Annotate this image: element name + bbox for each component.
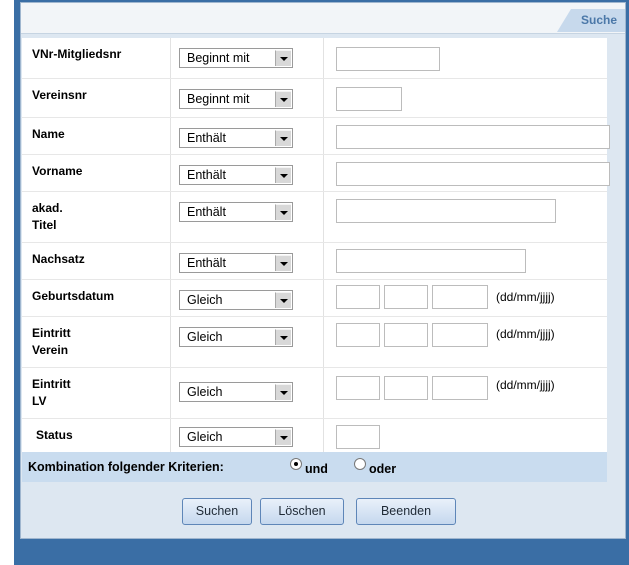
panel-header: Suche xyxy=(21,3,625,34)
field-label: Vereinsnr xyxy=(32,88,87,102)
month-input[interactable] xyxy=(384,285,428,309)
row-geburtsdatum: Geburtsdatum Gleich (dd/mm/jjjj) xyxy=(22,280,607,317)
field-label: Vorname xyxy=(32,164,83,178)
day-input[interactable] xyxy=(336,285,380,309)
vereinsnr-input[interactable] xyxy=(336,87,402,111)
date-format-hint: (dd/mm/jjjj) xyxy=(496,290,555,304)
operator-select[interactable]: Enthält xyxy=(179,165,293,185)
row-eintritt-lv: Eintritt LV Gleich (dd/mm/jjjj) xyxy=(22,368,607,419)
month-input[interactable] xyxy=(384,323,428,347)
chevron-down-icon[interactable] xyxy=(275,329,291,345)
date-format-hint: (dd/mm/jjjj) xyxy=(496,327,555,341)
operator-value: Gleich xyxy=(187,430,223,444)
operator-select[interactable]: Gleich xyxy=(179,382,293,402)
field-label: Eintritt LV xyxy=(32,377,71,408)
month-input[interactable] xyxy=(384,376,428,400)
operator-value: Enthält xyxy=(187,205,226,219)
chevron-down-icon[interactable] xyxy=(275,50,291,66)
vnr-input[interactable] xyxy=(336,47,440,71)
search-form: VNr-Mitgliedsnr Beginnt mit Vereinsnr Be… xyxy=(22,38,610,455)
operator-select[interactable]: Enthält xyxy=(179,202,293,222)
name-input[interactable] xyxy=(336,125,610,149)
row-name: Name Enthält xyxy=(22,118,610,155)
operator-value: Gleich xyxy=(187,293,223,307)
chevron-down-icon[interactable] xyxy=(275,130,291,146)
exit-button[interactable]: Beenden xyxy=(356,498,456,525)
chevron-down-icon[interactable] xyxy=(275,255,291,271)
day-input[interactable] xyxy=(336,323,380,347)
field-label: Geburtsdatum xyxy=(32,289,115,303)
combination-bar: Kombination folgender Kriterien: und ode… xyxy=(22,452,607,482)
row-vnr-mitgliedsnr: VNr-Mitgliedsnr Beginnt mit xyxy=(22,38,607,79)
action-bar: Suchen Löschen Beenden xyxy=(22,498,607,528)
status-input[interactable] xyxy=(336,425,380,449)
row-vereinsnr: Vereinsnr Beginnt mit xyxy=(22,79,607,118)
chevron-down-icon[interactable] xyxy=(275,292,291,308)
year-input[interactable] xyxy=(432,323,488,347)
year-input[interactable] xyxy=(432,376,488,400)
chevron-down-icon[interactable] xyxy=(275,91,291,107)
field-label: VNr-Mitgliedsnr xyxy=(32,47,122,61)
vorname-input[interactable] xyxy=(336,162,610,186)
search-button[interactable]: Suchen xyxy=(182,498,252,525)
date-format-hint: (dd/mm/jjjj) xyxy=(496,378,555,392)
titel-input[interactable] xyxy=(336,199,556,223)
field-label: Name xyxy=(32,127,65,141)
operator-select[interactable]: Beginnt mit xyxy=(179,89,293,109)
operator-value: Beginnt mit xyxy=(187,51,250,65)
operator-value: Gleich xyxy=(187,385,223,399)
operator-value: Enthält xyxy=(187,168,226,182)
operator-select[interactable]: Gleich xyxy=(179,327,293,347)
operator-value: Enthält xyxy=(187,131,226,145)
radio-und-label: und xyxy=(305,462,328,476)
field-label: Eintritt Verein xyxy=(32,326,71,357)
row-nachsatz: Nachsatz Enthält xyxy=(22,243,607,280)
chevron-down-icon[interactable] xyxy=(275,384,291,400)
field-label: akad. Titel xyxy=(32,201,63,232)
operator-select[interactable]: Gleich xyxy=(179,290,293,310)
day-input[interactable] xyxy=(336,376,380,400)
chevron-down-icon[interactable] xyxy=(275,204,291,220)
operator-select[interactable]: Enthält xyxy=(179,253,293,273)
radio-oder-label: oder xyxy=(369,462,397,476)
radio-und[interactable] xyxy=(290,458,302,470)
operator-select[interactable]: Enthält xyxy=(179,128,293,148)
clear-button[interactable]: Löschen xyxy=(260,498,344,525)
operator-select[interactable]: Beginnt mit xyxy=(179,48,293,68)
chevron-down-icon[interactable] xyxy=(275,167,291,183)
operator-value: Gleich xyxy=(187,330,223,344)
operator-value: Enthält xyxy=(187,256,226,270)
row-akad-titel: akad. Titel Enthält xyxy=(22,192,607,243)
row-vorname: Vorname Enthält xyxy=(22,155,610,192)
tab-suche[interactable]: Suche xyxy=(557,9,625,32)
year-input[interactable] xyxy=(432,285,488,309)
operator-select[interactable]: Gleich xyxy=(179,427,293,447)
field-label: Nachsatz xyxy=(32,252,85,266)
chevron-down-icon[interactable] xyxy=(275,429,291,445)
row-status: Status Gleich xyxy=(22,419,607,455)
row-eintritt-verein: Eintritt Verein Gleich (dd/mm/jjjj) xyxy=(22,317,607,368)
radio-oder[interactable] xyxy=(354,458,366,470)
operator-value: Beginnt mit xyxy=(187,92,250,106)
nachsatz-input[interactable] xyxy=(336,249,526,273)
field-label: Status xyxy=(36,428,73,442)
combination-label: Kombination folgender Kriterien: xyxy=(28,460,224,474)
